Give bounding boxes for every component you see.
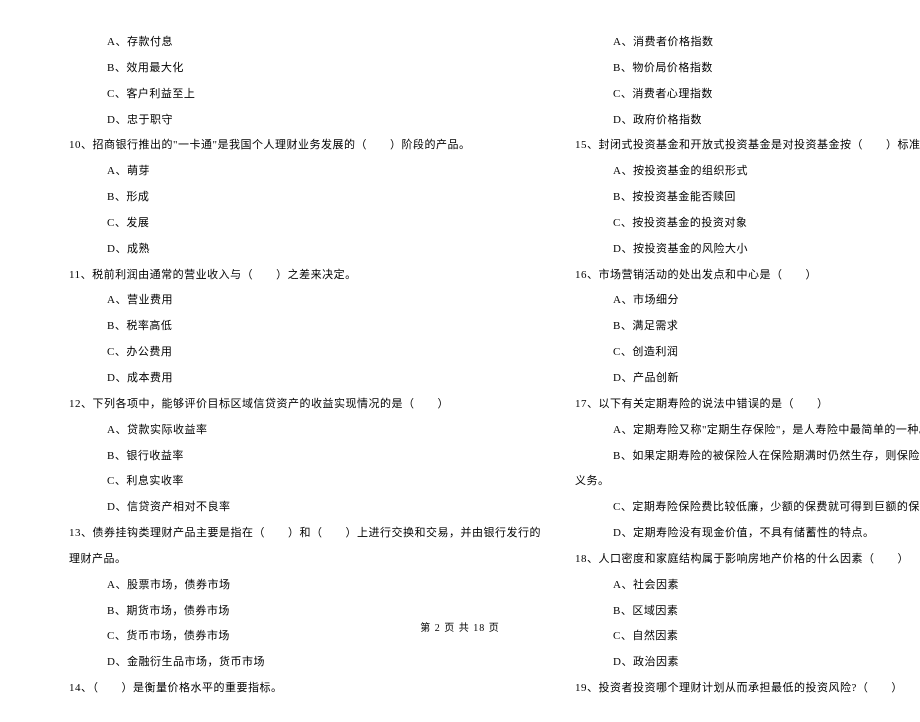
option-item: D、政治因素 (571, 650, 920, 676)
option-item: D、定期寿险没有现金价值，不具有储蓄性的特点。 (571, 521, 920, 547)
option-item: A、按投资基金的组织形式 (571, 159, 920, 185)
question-10: 10、招商银行推出的"一卡通"是我国个人理财业务发展的（ ）阶段的产品。 (65, 133, 541, 159)
option-item: D、政府价格指数 (571, 108, 920, 134)
page-content: A、存款付息 B、效用最大化 C、客户利益至上 D、忠于职守 10、招商银行推出… (0, 0, 920, 722)
question-13-cont: 理财产品。 (65, 547, 541, 573)
option-item: C、客户利益至上 (65, 82, 541, 108)
option-item: B、满足需求 (571, 314, 920, 340)
left-column: A、存款付息 B、效用最大化 C、客户利益至上 D、忠于职守 10、招商银行推出… (50, 30, 556, 702)
option-item: B、形成 (65, 185, 541, 211)
option-item: C、按投资基金的投资对象 (571, 211, 920, 237)
option-item: B、税率高低 (65, 314, 541, 340)
option-item: A、市场细分 (571, 288, 920, 314)
option-item: A、萌芽 (65, 159, 541, 185)
option-item: D、信贷资产相对不良率 (65, 495, 541, 521)
option-item: A、营业费用 (65, 288, 541, 314)
option-item: A、股票市场，债券市场 (65, 573, 541, 599)
option-item: D、按投资基金的风险大小 (571, 237, 920, 263)
option-item: C、创造利润 (571, 340, 920, 366)
option-item-cont: 义务。 (571, 469, 920, 495)
option-item: B、如果定期寿险的被保险人在保险期满时仍然生存，则保险合同即行终止，保险人无给付 (571, 444, 920, 470)
question-15: 15、封闭式投资基金和开放式投资基金是对投资基金按（ ）标准进行的分类。 (571, 133, 920, 159)
option-item: D、产品创新 (571, 366, 920, 392)
option-item: A、社会因素 (571, 573, 920, 599)
question-13: 13、债券挂钩类理财产品主要是指在（ ）和（ ）上进行交换和交易，并由银行发行的 (65, 521, 541, 547)
option-item: A、定期寿险又称"定期生存保险"，是人寿险中最简单的一种。 (571, 418, 920, 444)
option-item: C、利息实收率 (65, 469, 541, 495)
page-footer: 第 2 页 共 18 页 (0, 619, 920, 634)
option-item: C、发展 (65, 211, 541, 237)
option-item: D、成本费用 (65, 366, 541, 392)
question-16: 16、市场营销活动的处出发点和中心是（ ） (571, 263, 920, 289)
option-item: A、贷款实际收益率 (65, 418, 541, 444)
option-item: D、成熟 (65, 237, 541, 263)
question-14: 14、（ ）是衡量价格水平的重要指标。 (65, 676, 541, 702)
option-item: C、定期寿险保险费比较低廉，少额的保费就可得到巨额的保障。 (571, 495, 920, 521)
question-17: 17、以下有关定期寿险的说法中错误的是（ ） (571, 392, 920, 418)
option-item: C、消费者心理指数 (571, 82, 920, 108)
option-item: D、忠于职守 (65, 108, 541, 134)
option-item: A、存款付息 (65, 30, 541, 56)
question-19: 19、投资者投资哪个理财计划从而承担最低的投资风险?（ ） (571, 676, 920, 702)
option-item: C、办公费用 (65, 340, 541, 366)
question-12: 12、下列各项中，能够评价目标区域信贷资产的收益实现情况的是（ ） (65, 392, 541, 418)
option-item: B、银行收益率 (65, 444, 541, 470)
question-18: 18、人口密度和家庭结构属于影响房地产价格的什么因素（ ） (571, 547, 920, 573)
option-item: B、效用最大化 (65, 56, 541, 82)
option-item: D、金融衍生品市场，货币市场 (65, 650, 541, 676)
question-11: 11、税前利润由通常的营业收入与（ ）之差来决定。 (65, 263, 541, 289)
option-item: A、消费者价格指数 (571, 30, 920, 56)
option-item: B、按投资基金能否赎回 (571, 185, 920, 211)
right-column: A、消费者价格指数 B、物价局价格指数 C、消费者心理指数 D、政府价格指数 1… (556, 30, 920, 702)
option-item: B、物价局价格指数 (571, 56, 920, 82)
